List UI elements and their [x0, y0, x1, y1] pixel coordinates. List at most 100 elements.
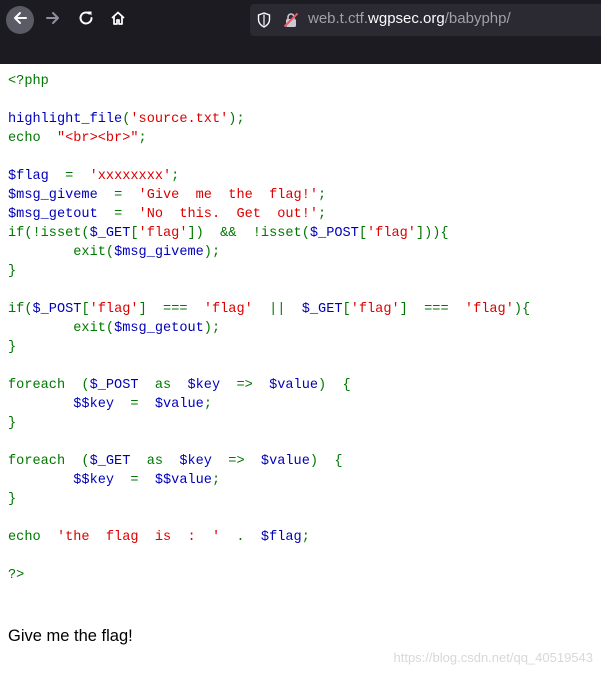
code-line: $$key = $$value;	[8, 471, 530, 490]
code-token: ])){	[415, 226, 449, 241]
code-token: ;	[203, 397, 212, 412]
code-token: =	[65, 169, 82, 184]
address-bar[interactable]: web.t.ctf.wgpsec.org/babyphp/	[250, 4, 601, 36]
forward-button[interactable]	[39, 6, 67, 34]
code-token: }	[8, 492, 17, 507]
code-token: as	[154, 378, 188, 393]
code-token: "<br><br>"	[56, 131, 139, 146]
code-line: ?>	[8, 566, 530, 585]
code-token: 'Give me the flag!'	[130, 188, 319, 203]
code-line: }	[8, 338, 530, 357]
code-token: $msg_giveme	[8, 188, 115, 203]
code-token: $value	[154, 397, 204, 412]
code-token: 'flag'	[350, 302, 400, 317]
code-token: $$value	[154, 473, 212, 488]
code-token: ||	[252, 302, 302, 317]
code-line: $msg_giveme = 'Give me the flag!';	[8, 186, 530, 205]
code-line: $flag = 'xxxxxxxx';	[8, 167, 530, 186]
code-token: );	[203, 321, 221, 336]
code-line: }	[8, 490, 530, 509]
code-token: =>	[228, 454, 261, 469]
code-line: $msg_getout = 'No this. Get out!';	[8, 205, 530, 224]
code-token: =	[114, 207, 131, 222]
code-token: $_GET	[89, 454, 147, 469]
code-token: ;	[171, 169, 180, 184]
insecure-lock-icon[interactable]	[283, 12, 299, 28]
code-token: exit(	[8, 321, 115, 336]
code-line: exit($msg_giveme);	[8, 243, 530, 262]
code-token: 'source.txt'	[130, 112, 229, 127]
code-line: echo 'the flag is : ' . $flag;	[8, 528, 530, 547]
code-token: ;	[211, 473, 221, 488]
code-token: ;	[301, 530, 310, 545]
code-line: echo "<br><br>";	[8, 129, 530, 148]
code-token: as	[146, 454, 180, 469]
code-token: }	[8, 264, 17, 279]
code-line: <?php	[8, 72, 530, 91]
code-line: $$key = $value;	[8, 395, 530, 414]
code-token: if(	[8, 302, 33, 317]
code-token: ?>	[8, 568, 25, 583]
code-token: 'flag'	[464, 302, 514, 317]
arrow-left-icon	[12, 10, 28, 30]
url-prefix: web.t.ctf.	[308, 10, 369, 27]
code-token: $key	[179, 454, 229, 469]
watermark: https://blog.csdn.net/qq_40519543	[393, 650, 594, 665]
tracking-shield-icon[interactable]	[256, 12, 272, 28]
code-token: $key	[187, 378, 237, 393]
code-token: ) {	[309, 454, 343, 469]
code-token: [	[81, 302, 90, 317]
reload-icon	[78, 10, 94, 30]
code-token: $_POST	[89, 378, 155, 393]
code-token: $$key	[8, 473, 131, 488]
code-token: ;	[318, 188, 327, 203]
code-token: 'flag'	[367, 226, 416, 241]
back-button[interactable]	[6, 6, 34, 34]
code-line: highlight_file('source.txt');	[8, 110, 530, 129]
code-token: exit(	[8, 245, 115, 260]
code-token: ] ===	[399, 302, 465, 317]
code-token: [	[130, 226, 139, 241]
code-token: <?php	[8, 74, 49, 89]
arrow-right-icon	[45, 10, 61, 30]
code-token: }	[8, 416, 17, 431]
code-token: ;	[318, 207, 327, 222]
code-token: =	[130, 473, 155, 488]
code-token: =	[130, 397, 155, 412]
code-line: if(!isset($_GET['flag']) && !isset($_POS…	[8, 224, 530, 243]
code-token: [	[358, 226, 367, 241]
code-token: 'xxxxxxxx'	[81, 169, 172, 184]
home-icon	[110, 10, 126, 30]
code-token: ;	[138, 131, 147, 146]
code-token: );	[203, 245, 221, 260]
code-token: $flag	[8, 169, 66, 184]
reload-button[interactable]	[72, 6, 100, 34]
code-token: ){	[513, 302, 531, 317]
code-token: echo	[8, 131, 57, 146]
code-token: $_POST	[32, 302, 82, 317]
code-token: ) {	[318, 378, 351, 393]
php-source-code: <?php highlight_file('source.txt'); echo "…	[8, 72, 530, 585]
code-token: 'flag'	[138, 226, 188, 241]
code-token: $value	[260, 454, 310, 469]
browser-toolbar: web.t.ctf.wgpsec.org/babyphp/	[0, 0, 601, 64]
code-token: $_POST	[309, 226, 359, 241]
code-token: $value	[269, 378, 319, 393]
home-button[interactable]	[104, 6, 132, 34]
code-token: $_GET	[301, 302, 343, 317]
code-token: =	[114, 188, 131, 203]
code-token: if(!isset(	[8, 226, 90, 241]
code-token: highlight_file	[8, 112, 123, 127]
code-line: }	[8, 414, 530, 433]
url-text: web.t.ctf.wgpsec.org/babyphp/	[308, 10, 511, 27]
code-line: exit($msg_getout);	[8, 319, 530, 338]
code-token: 'flag'	[89, 302, 139, 317]
code-token: $_GET	[89, 226, 131, 241]
code-line: }	[8, 262, 530, 281]
code-token: foreach (	[8, 454, 90, 469]
